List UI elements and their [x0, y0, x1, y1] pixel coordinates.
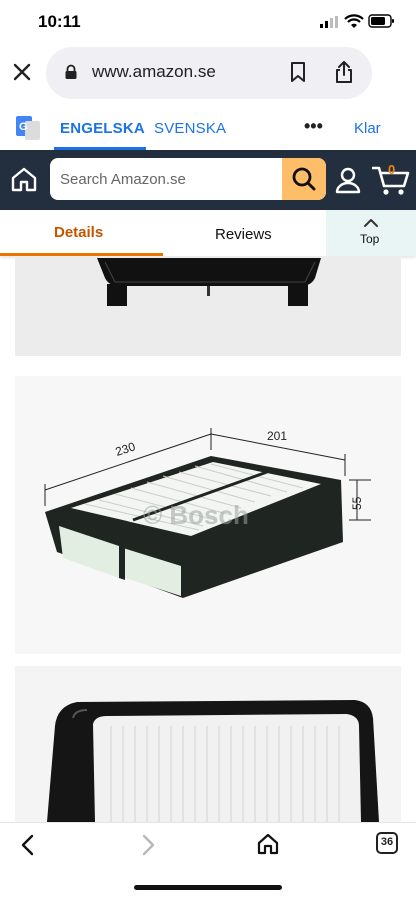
account-icon[interactable]: [334, 166, 362, 194]
battery-icon: [368, 14, 394, 28]
cellular-signal-icon: [320, 16, 338, 28]
close-icon[interactable]: [10, 60, 34, 84]
browser-home-icon[interactable]: [256, 832, 280, 856]
source-language-tab[interactable]: ENGELSKA: [60, 120, 145, 137]
filter-dimension-diagram: 230 201 55 © Bosch: [44, 428, 371, 598]
bookmark-icon[interactable]: [290, 62, 306, 82]
lock-icon: [65, 64, 77, 79]
wifi-icon: [344, 14, 364, 28]
share-icon[interactable]: [334, 60, 354, 84]
chevron-up-icon: [364, 219, 378, 227]
dimension-length: 230: [114, 439, 138, 459]
search-icon: [292, 167, 316, 191]
dimension-width: 201: [267, 429, 287, 443]
back-arrow-icon[interactable]: [18, 834, 38, 856]
translate-more-button[interactable]: •••: [304, 116, 323, 137]
filter-side-view: [97, 258, 321, 306]
bosch-watermark: © Bosch: [143, 500, 249, 530]
url-text[interactable]: www.amazon.se: [92, 62, 216, 82]
svg-text:G: G: [19, 121, 28, 133]
translate-done-button[interactable]: Klar: [354, 120, 381, 137]
google-translate-icon: G: [16, 116, 40, 140]
cart-count: 0: [388, 162, 396, 177]
product-image-1[interactable]: [15, 256, 401, 356]
forward-arrow-icon[interactable]: [138, 834, 158, 856]
status-time: 10:11: [38, 12, 81, 31]
product-image-3[interactable]: [15, 666, 401, 822]
tab-details-label[interactable]: Details: [54, 224, 103, 241]
home-icon[interactable]: [10, 166, 38, 192]
target-language-tab[interactable]: SVENSKA: [154, 120, 226, 137]
tab-reviews[interactable]: Reviews: [215, 226, 272, 243]
dimension-height: 55: [350, 496, 364, 510]
search-button[interactable]: [282, 158, 326, 200]
filter-closeup: [47, 700, 379, 822]
search-input[interactable]: [50, 158, 280, 200]
home-indicator[interactable]: [134, 885, 282, 890]
back-to-top-label[interactable]: Top: [360, 232, 379, 246]
product-image-2[interactable]: 230 201 55 © Bosch: [15, 376, 401, 654]
tab-count[interactable]: 36: [376, 836, 398, 848]
